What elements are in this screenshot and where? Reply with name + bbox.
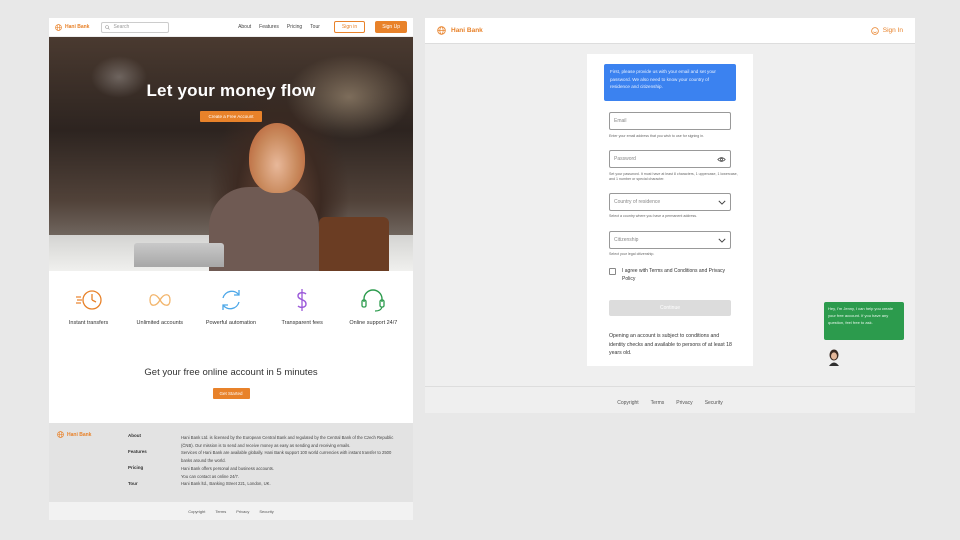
footer-link-pricing[interactable]: Pricing	[128, 465, 147, 470]
password-placeholder: Password	[614, 156, 636, 162]
landing-page: Hani Bank Search About Features Pricing …	[49, 18, 413, 520]
chevron-down-icon	[718, 200, 726, 205]
legal-bar: Copyright Terms Privacy Security	[49, 502, 413, 520]
footer-link-about[interactable]: About	[128, 433, 147, 438]
site-footer: Hani Bank About Features Pricing Tour Ha…	[49, 423, 413, 502]
legal-copyright[interactable]: Copyright	[188, 509, 205, 514]
signup-page: Hani Bank Sign In First, please provide …	[425, 18, 915, 413]
footer-brand-name: Hani Bank	[67, 431, 92, 438]
footer-brand[interactable]: Hani Bank	[57, 431, 91, 438]
assistant-avatar[interactable]	[827, 348, 841, 366]
footer-links: About Features Pricing Tour	[128, 433, 147, 486]
nav-link-about[interactable]: About	[238, 24, 251, 30]
features-row: Instant transfers Unlimited accounts Pow…	[49, 271, 413, 355]
sign-up-button[interactable]: Sign Up	[375, 21, 407, 33]
terms-checkbox[interactable]	[609, 268, 616, 275]
email-field[interactable]: Email	[609, 112, 731, 130]
email-placeholder: Email	[614, 118, 627, 124]
smiley-icon	[870, 26, 879, 35]
footer-text-line: Hani Bank ltd., Banking Street 221, Lond…	[181, 481, 271, 487]
country-select[interactable]: Country of residence	[609, 193, 731, 211]
legal-privacy[interactable]: Privacy	[236, 509, 249, 514]
refresh-icon	[222, 290, 240, 310]
fast-clock-icon	[75, 290, 102, 310]
footer-text-line: Hani Bank Ltd. is licensed by the Europe…	[181, 435, 394, 448]
get-started-button[interactable]: Get Started	[212, 388, 250, 399]
footer-link-tour[interactable]: Tour	[128, 481, 147, 486]
feature-online-support: Online support 24/7	[341, 287, 405, 355]
hero-laptop	[134, 243, 224, 267]
signup-card: First, please provide us with your email…	[587, 54, 753, 366]
hero-chair	[319, 217, 389, 271]
feature-label: Instant transfers	[68, 320, 109, 326]
create-account-button[interactable]: Create a Free Account	[200, 111, 262, 122]
globe-icon	[57, 431, 64, 438]
nav-link-tour[interactable]: Tour	[310, 24, 320, 30]
password-hint: Set your password. It must have at least…	[609, 172, 738, 181]
brand-name: Hani Bank	[451, 27, 483, 34]
chat-message[interactable]: Hey, I'm Jenny, I can help you create yo…	[824, 302, 904, 340]
footer-privacy[interactable]: Privacy	[676, 400, 692, 406]
terms-checkbox-row[interactable]: I agree with Terms and Conditions and Pr…	[609, 267, 728, 283]
citizenship-select[interactable]: Citizenship	[609, 231, 731, 249]
continue-button[interactable]: Continue	[609, 300, 731, 316]
legal-terms[interactable]: Terms	[215, 509, 226, 514]
footer-link-features[interactable]: Features	[128, 449, 147, 454]
infinity-icon	[149, 294, 171, 306]
email-hint: Enter your email address that you wish t…	[609, 134, 705, 138]
hero-banner: Let your money flow Create a Free Accoun…	[49, 37, 413, 271]
nav-link-pricing[interactable]: Pricing	[287, 24, 302, 30]
search-placeholder: Search	[113, 24, 130, 30]
footer-copyright[interactable]: Copyright	[617, 400, 638, 406]
terms-label: I agree with Terms and Conditions and Pr…	[622, 268, 726, 282]
get-account-title: Get your free online account in 5 minute…	[144, 367, 318, 378]
feature-powerful-automation: Powerful automation	[199, 287, 263, 355]
hero-title: Let your money flow	[146, 81, 316, 100]
footer-text-line: You can contact as online 24/7.	[181, 473, 240, 479]
citizenship-hint: Select your legal citizenship.	[609, 252, 655, 256]
footer-text-line: Hani Bank offers personal and business a…	[181, 465, 275, 471]
globe-icon	[437, 26, 446, 35]
feature-label: Unlimited accounts	[136, 320, 184, 326]
footer-terms[interactable]: Terms	[651, 400, 665, 406]
country-placeholder: Country of residence	[614, 199, 661, 205]
eye-icon[interactable]	[717, 156, 726, 163]
brand-logo[interactable]: Hani Bank	[437, 26, 483, 35]
feature-label: Powerful automation	[205, 320, 257, 326]
feature-label: Transparent fees	[281, 320, 323, 326]
footer-divider	[425, 386, 915, 387]
search-icon	[105, 24, 111, 30]
footer-security[interactable]: Security	[705, 400, 723, 406]
brand-logo[interactable]: Hani Bank	[55, 23, 90, 31]
dollar-icon	[297, 289, 307, 311]
headset-icon	[361, 289, 385, 312]
feature-instant-transfers: Instant transfers	[57, 287, 121, 355]
hero-person-head	[249, 123, 305, 193]
legal-security[interactable]: Security	[259, 509, 273, 514]
eligibility-note: Opening an account is subject to conditi…	[609, 333, 732, 356]
password-field[interactable]: Password	[609, 150, 731, 168]
sign-in-link[interactable]: Sign In	[870, 26, 903, 35]
feature-transparent-fees: Transparent fees	[270, 287, 334, 355]
signup-nav: Hani Bank Sign In	[425, 18, 915, 44]
nav-link-features[interactable]: Features	[259, 24, 279, 30]
info-message: First, please provide us with your email…	[604, 64, 736, 101]
globe-icon	[55, 23, 62, 31]
sign-in-label: Sign In	[882, 27, 903, 34]
nav-links: About Features Pricing Tour	[238, 24, 320, 30]
citizenship-placeholder: Citizenship	[614, 237, 639, 243]
chevron-down-icon	[718, 238, 726, 243]
top-nav: Hani Bank Search About Features Pricing …	[49, 18, 413, 37]
search-input[interactable]: Search	[101, 21, 170, 33]
footer-text-line: Services of Hani Bank are available glob…	[181, 450, 392, 464]
hero-person-body	[209, 187, 319, 271]
sign-in-button[interactable]: Sign in	[333, 21, 366, 33]
feature-label: Online support 24/7	[349, 320, 398, 326]
feature-unlimited-accounts: Unlimited accounts	[128, 287, 192, 355]
brand-name: Hani Bank	[65, 24, 90, 30]
footer-about-text: Hani Bank Ltd. is licensed by the Europe…	[181, 434, 401, 488]
signup-footer: Copyright Terms Privacy Security	[425, 400, 915, 406]
country-hint: Select a country where you have a perman…	[609, 214, 698, 218]
